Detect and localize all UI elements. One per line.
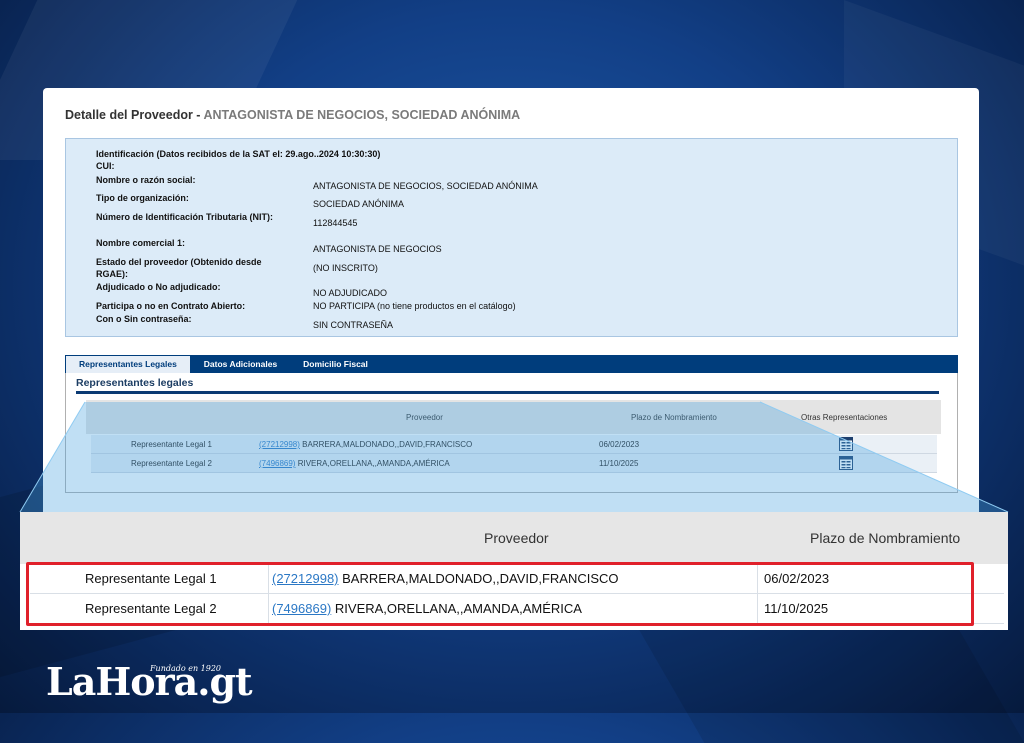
zoom-col-plazo: Plazo de Nombramiento xyxy=(810,530,961,546)
appointment-date: 11/10/2025 xyxy=(599,459,639,468)
col-proveedor: Proveedor xyxy=(406,413,443,422)
page-title-label: Detalle del Proveedor - xyxy=(65,108,201,122)
page-title: Detalle del Proveedor - ANTAGONISTA DE N… xyxy=(65,108,520,122)
provider-status-value: (NO INSCRITO) xyxy=(313,263,378,273)
cui-label: CUI: xyxy=(96,161,115,171)
zoom-table-header: Proveedor Plazo de Nombramiento xyxy=(20,512,1008,564)
business-name-value: ANTAGONISTA DE NEGOCIOS, SOCIEDAD ANÓNIM… xyxy=(313,181,538,191)
section-divider xyxy=(76,391,939,394)
open-contract-value: NO PARTICIPA (no tiene productos en el c… xyxy=(313,301,516,311)
highlight-box xyxy=(26,562,974,626)
zoom-col-proveedor: Proveedor xyxy=(484,530,549,546)
nit-label: Número de Identificación Tributaria (NIT… xyxy=(96,212,274,222)
org-type-label: Tipo de organización: xyxy=(96,193,189,203)
provider-status-label: Estado del proveedor (Obtenido desde RGA… xyxy=(96,257,262,279)
table-header: Proveedor Plazo de Nombramiento Otras Re… xyxy=(86,400,941,434)
table-row: Representante Legal 1 (27212998) BARRERA… xyxy=(91,435,937,454)
provider-detail-panel: Detalle del Proveedor - ANTAGONISTA DE N… xyxy=(43,88,979,518)
col-plazo: Plazo de Nombramiento xyxy=(631,413,717,422)
identification-heading: Identificación (Datos recibidos de la SA… xyxy=(96,149,381,159)
representatives-section: Representantes legales Proveedor Plazo d… xyxy=(65,373,958,493)
provider-name-title: ANTAGONISTA DE NEGOCIOS, SOCIEDAD ANÓNIM… xyxy=(203,108,521,122)
open-contract-label: Participa o no en Contrato Abierto: xyxy=(96,301,246,311)
awarded-value: NO ADJUDICADO xyxy=(313,288,388,298)
identification-box: Identificación (Datos recibidos de la SA… xyxy=(65,138,958,337)
appointment-date: 06/02/2023 xyxy=(599,440,640,449)
representative-id-link[interactable]: (7496869) xyxy=(259,459,295,468)
role-label: Representante Legal 1 xyxy=(131,440,212,449)
table-row: Representante Legal 2 (7496869) RIVERA,O… xyxy=(91,454,937,473)
calendar-icon[interactable] xyxy=(839,456,853,470)
representatives-title: Representantes legales xyxy=(76,377,194,389)
tab-representantes-legales[interactable]: Representantes Legales xyxy=(65,355,191,373)
awarded-label: Adjudicado o No adjudicado: xyxy=(96,282,221,292)
representative-name: BARRERA,MALDONADO,,DAVID,FRANCISCO xyxy=(302,440,473,449)
org-type-value: SOCIEDAD ANÓNIMA xyxy=(313,199,405,209)
tab-domicilio-fiscal[interactable]: Domicilio Fiscal xyxy=(290,355,381,373)
role-label: Representante Legal 2 xyxy=(131,459,212,468)
trade-name-label: Nombre comercial 1: xyxy=(96,238,186,248)
tab-datos-adicionales[interactable]: Datos Adicionales xyxy=(191,355,290,373)
business-name-label: Nombre o razón social: xyxy=(96,175,196,185)
trade-name-value: ANTAGONISTA DE NEGOCIOS xyxy=(313,244,442,254)
password-value: SIN CONTRASEÑA xyxy=(313,320,394,330)
representative-name: RIVERA,ORELLANA,,AMANDA,AMÉRICA xyxy=(297,459,450,468)
calendar-icon[interactable] xyxy=(839,437,853,451)
logo-tagline: Fundado en 1920 xyxy=(150,664,222,673)
representative-id-link[interactable]: (27212998) xyxy=(259,440,300,449)
password-label: Con o Sin contraseña: xyxy=(96,314,192,324)
nit-value: 112844545 xyxy=(313,218,358,228)
col-otras: Otras Representaciones xyxy=(801,413,888,422)
detail-tabs: Representantes Legales Datos Adicionales… xyxy=(65,355,958,373)
